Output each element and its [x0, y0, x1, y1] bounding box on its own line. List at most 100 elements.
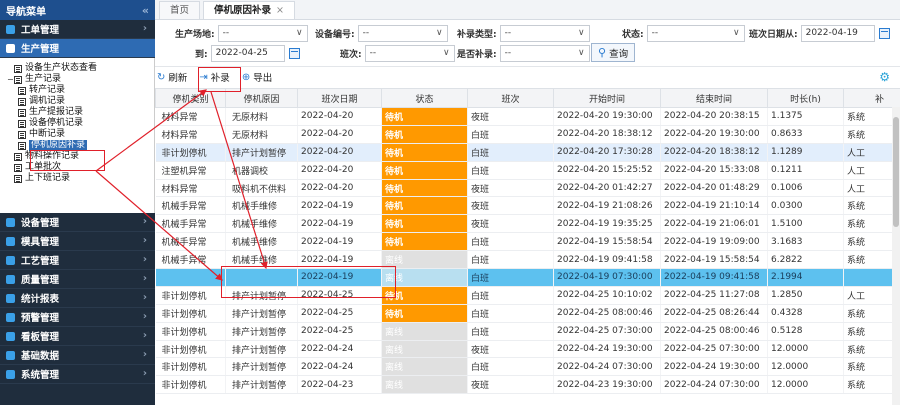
- table-cell: 夜班: [467, 179, 554, 198]
- fill-type-select[interactable]: -- ∨: [499, 24, 590, 42]
- query-button[interactable]: ⚲ 查询: [591, 43, 636, 62]
- tree-item[interactable]: 工单批次: [4, 162, 154, 173]
- date-from-label: 班次日期从:: [749, 29, 798, 40]
- sidebar-module-modules_bottom-8[interactable]: 系统管理 ›: [0, 365, 155, 384]
- table-cell: 0.8633: [767, 125, 844, 144]
- table-cell: 排产计划暂停: [225, 143, 298, 162]
- date-from-input[interactable]: 2022-04-19: [800, 24, 875, 42]
- tree-item[interactable]: 转产记录: [4, 85, 154, 96]
- gear-icon[interactable]: ⚙: [879, 70, 890, 84]
- table-row[interactable]: 非计划停机 排产计划暂停 2022-04-25 离线 白班 2022-04-25 07:3…: [155, 322, 900, 341]
- date-to-input[interactable]: 2022-04-25: [210, 44, 285, 62]
- table-cell: 2022-04-19: [297, 250, 382, 270]
- sidebar-module-modules_bottom-4[interactable]: 统计报表 ›: [0, 289, 155, 308]
- table-cell: 1.1289: [767, 143, 844, 162]
- sidebar-module-modules_bottom-6[interactable]: 看板管理 ›: [0, 327, 155, 346]
- shift-select[interactable]: -- ∨: [364, 44, 455, 62]
- sidebar-module-modules_bottom-1[interactable]: 模具管理 ›: [0, 232, 155, 251]
- status-select[interactable]: -- ∨: [646, 24, 745, 42]
- sidebar-module-label: 工艺管理: [21, 256, 60, 267]
- export-button[interactable]: ⊕ 导出: [242, 70, 272, 85]
- fill-icon: ⇥: [199, 71, 208, 83]
- column-header[interactable]: 状态: [381, 88, 468, 108]
- tree-item[interactable]: 调机记录: [4, 96, 154, 107]
- is-filled-label: 是否补录:: [457, 49, 497, 60]
- sidebar-module-modules_top-0[interactable]: 工单管理 ›: [0, 20, 155, 39]
- tree-item[interactable]: 生产提报记录: [4, 107, 154, 118]
- table-cell: 待机: [381, 179, 468, 198]
- table-cell: 2022-04-20 19:30:00: [553, 107, 661, 126]
- sidebar-module-modules_bottom-7[interactable]: 基础数据 ›: [0, 346, 155, 365]
- calendar-icon[interactable]: [878, 27, 890, 39]
- vertical-scrollbar[interactable]: [892, 107, 900, 405]
- tree-item[interactable]: 设备停机记录: [4, 118, 154, 129]
- table-row[interactable]: 材料异常 吸料机不供料 2022-04-20 待机 夜班 2022-04-20 01:42…: [155, 179, 900, 198]
- collapse-icon[interactable]: «: [142, 4, 149, 17]
- module-icon: [6, 24, 15, 34]
- sidebar-module-modules_bottom-0[interactable]: 设备管理 ›: [0, 213, 155, 232]
- tree-item[interactable]: 停机原因补录: [4, 140, 154, 151]
- column-header[interactable]: 停机原因: [225, 88, 298, 108]
- tab-1[interactable]: 停机原因补录 ×: [203, 1, 295, 19]
- table-cell: 0.4328: [767, 304, 844, 323]
- calendar-icon[interactable]: [288, 47, 300, 59]
- tree-item[interactable]: 上下班记录: [4, 173, 154, 184]
- table-row[interactable]: 材料异常 无原材料 2022-04-20 待机 夜班 2022-04-20 19:30:0…: [155, 107, 900, 126]
- tree-item[interactable]: 设备生产状态查看: [4, 63, 154, 74]
- table-cell: 2022-04-19: [297, 214, 382, 234]
- sidebar-module-modules_bottom-5[interactable]: 预警管理 ›: [0, 308, 155, 327]
- table-row[interactable]: 机械手异常 机械手维修 2022-04-19 待机 白班 2022-04-19 15:58…: [155, 232, 900, 252]
- column-header[interactable]: 时长(h): [767, 88, 844, 108]
- chevron-down-icon: ∨: [733, 27, 740, 38]
- scrollbar-thumb[interactable]: [893, 117, 899, 227]
- column-header[interactable]: 补: [843, 88, 900, 108]
- table-row[interactable]: 2022-04-19 离线 白班 2022-04-19 07:30:00 2022-04…: [155, 268, 900, 287]
- table-cell: 材料异常: [155, 125, 226, 144]
- table-row[interactable]: 注塑机异常 机器调校 2022-04-20 待机 白班 2022-04-20 15:25:…: [155, 161, 900, 180]
- table-cell: 3.1683: [767, 232, 844, 252]
- tree-item[interactable]: − 生产记录: [4, 74, 154, 85]
- table-row[interactable]: 机械手异常 机械手维修 2022-04-19 待机 夜班 2022-04-19 21:08…: [155, 196, 900, 216]
- column-header[interactable]: 停机类别: [155, 88, 226, 108]
- table-cell: 机械手维修: [225, 196, 298, 216]
- table-cell: 夜班: [467, 340, 554, 359]
- table-cell: 待机: [381, 196, 468, 216]
- table-row[interactable]: 材料异常 无原材料 2022-04-20 待机 白班 2022-04-20 18:38:1…: [155, 125, 900, 144]
- column-header[interactable]: 班次日期: [297, 88, 382, 108]
- table-row[interactable]: 非计划停机 排产计划暂停 2022-04-24 离线 夜班 2022-04-24 19:3…: [155, 340, 900, 359]
- tab-0[interactable]: 首页: [159, 1, 201, 19]
- table-row[interactable]: 非计划停机 排产计划暂停 2022-04-20 待机 白班 2022-04-20 17:3…: [155, 143, 900, 162]
- tree-item[interactable]: 中断记录: [4, 129, 154, 140]
- status-label: 状态:: [622, 29, 644, 40]
- table-cell: 2022-04-20 18:38:12: [660, 143, 768, 162]
- device-select[interactable]: -- ∨: [357, 24, 448, 42]
- production-site-select[interactable]: -- ∨: [217, 24, 308, 42]
- fill-label: 补录: [210, 73, 230, 84]
- table-row[interactable]: 非计划停机 排产计划暂停 2022-04-25 待机 白班 2022-04-25 10:1…: [155, 286, 900, 305]
- column-header[interactable]: 开始时间: [553, 88, 661, 108]
- table-cell: 夜班: [467, 375, 554, 395]
- table-row[interactable]: 机械手异常 机械手维修 2022-04-19 待机 夜班 2022-04-19 19:35…: [155, 214, 900, 234]
- sidebar-module-modules_top-1[interactable]: 生产管理: [0, 39, 155, 58]
- table-row[interactable]: 非计划停机 排产计划暂停 2022-04-23 离线 夜班 2022-04-23 19:3…: [155, 375, 900, 395]
- table-cell: 2022-04-20: [297, 143, 382, 162]
- chevron-right-icon: ›: [142, 292, 147, 303]
- sidebar-module-modules_bottom-2[interactable]: 工艺管理 ›: [0, 251, 155, 270]
- table-row[interactable]: 非计划停机 排产计划暂停 2022-04-24 离线 白班 2022-04-24 07:3…: [155, 357, 900, 377]
- sidebar-module-label: 预警管理: [21, 313, 60, 324]
- table-cell: 2022-04-19: [297, 232, 382, 252]
- column-header[interactable]: 结束时间: [660, 88, 768, 108]
- table-row[interactable]: 非计划停机 排产计划暂停 2022-04-25 待机 白班 2022-04-25 08:0…: [155, 304, 900, 323]
- close-icon[interactable]: ×: [276, 5, 284, 16]
- fill-button[interactable]: ⇥ 补录: [199, 70, 230, 85]
- sidebar-module-modules_bottom-3[interactable]: 质量管理 ›: [0, 270, 155, 289]
- refresh-button[interactable]: ↻ 刷新: [157, 70, 187, 85]
- column-header[interactable]: 班次: [467, 88, 554, 108]
- table-cell: 夜班: [467, 214, 554, 234]
- table-cell: 1.2850: [767, 286, 844, 305]
- table-row[interactable]: 机械手异常 机械手维修 2022-04-19 离线 白班 2022-04-19 09:41…: [155, 250, 900, 270]
- is-filled-select[interactable]: -- ∨: [499, 44, 590, 62]
- tree-item[interactable]: 物料操作记录: [4, 151, 154, 162]
- table-cell: 12.0000: [767, 375, 844, 395]
- table-cell: [155, 268, 226, 287]
